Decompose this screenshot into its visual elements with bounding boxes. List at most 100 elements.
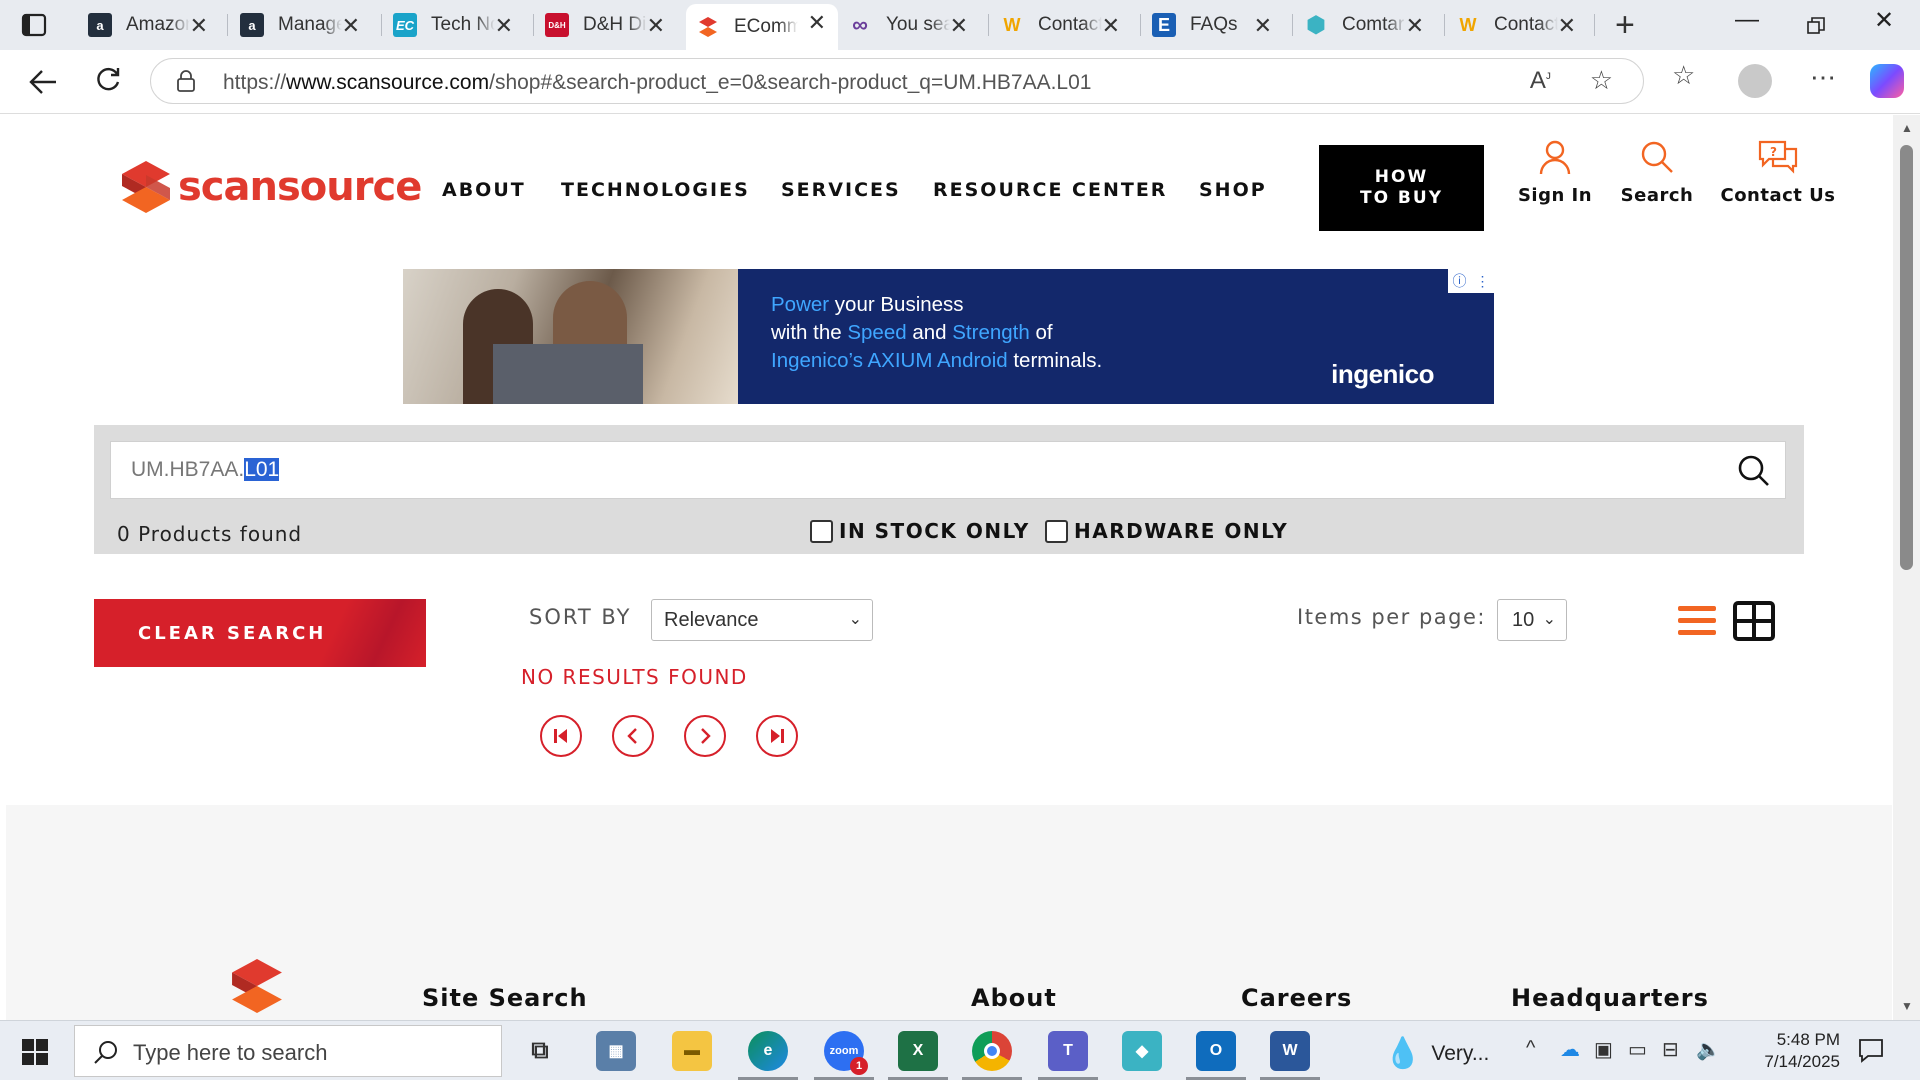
ad-info[interactable]: ⓘ ⋮ xyxy=(1448,269,1494,293)
grid-view-icon[interactable] xyxy=(1732,600,1776,642)
user-icon xyxy=(1539,140,1571,175)
info-icon[interactable]: ⓘ xyxy=(1453,271,1467,291)
nav-services[interactable]: SERVICES xyxy=(781,179,901,201)
system-clock[interactable]: 5:48 PM 7/14/2025 xyxy=(1748,1029,1840,1073)
last-page-button[interactable] xyxy=(756,715,798,757)
tab-ecomm-active[interactable]: EComm ✕ xyxy=(686,4,838,50)
scroll-up-icon[interactable]: ▲ xyxy=(1901,121,1913,135)
close-icon[interactable]: ✕ xyxy=(1254,13,1272,39)
more-options-icon[interactable]: ⋯ xyxy=(1810,62,1836,93)
ad-banner[interactable]: Power your Business with the Speed and S… xyxy=(403,269,1494,404)
restore-button[interactable] xyxy=(1806,16,1826,36)
scroll-down-icon[interactable]: ▼ xyxy=(1901,999,1913,1013)
task-view-icon[interactable]: ⧉ xyxy=(520,1031,560,1071)
tab-contact-2[interactable]: W Contact ✕ xyxy=(1446,7,1588,43)
chevron-left-icon xyxy=(627,728,637,744)
windows-start-icon[interactable] xyxy=(22,1039,48,1065)
contact-us-link[interactable]: ? Contact Us xyxy=(1714,139,1842,206)
close-icon[interactable]: ✕ xyxy=(808,10,826,36)
close-icon[interactable]: ✕ xyxy=(647,13,665,39)
battery-icon[interactable]: ▭ xyxy=(1628,1037,1647,1062)
taskbar-search-box[interactable]: Type here to search xyxy=(74,1025,502,1077)
tab-actions-icon[interactable] xyxy=(20,12,50,38)
copilot-icon[interactable] xyxy=(1870,64,1904,98)
back-button[interactable] xyxy=(28,68,58,96)
tab-tech-notes[interactable]: EC Tech Notes ✕ xyxy=(383,7,525,43)
search-query-text[interactable]: UM.HB7AA.L01 xyxy=(131,458,280,482)
network-icon[interactable]: ⊟ xyxy=(1662,1037,1679,1062)
excel-icon[interactable]: X xyxy=(898,1031,938,1071)
scansource-logo[interactable]: scansource xyxy=(120,159,422,215)
favorite-star-icon[interactable]: ☆ xyxy=(1590,65,1613,96)
tab-manage[interactable]: a Manage ✕ xyxy=(230,7,372,43)
edge-icon[interactable]: e xyxy=(748,1031,788,1071)
how-to-buy-button[interactable]: HOW TO BUY xyxy=(1319,145,1484,231)
close-window-button[interactable]: ✕ xyxy=(1874,6,1894,35)
list-view-icon[interactable] xyxy=(1676,603,1718,639)
checkbox-box[interactable] xyxy=(1045,519,1068,543)
sign-in-link[interactable]: Sign In xyxy=(1512,139,1598,206)
tab-contact-1[interactable]: W Contact ✕ xyxy=(990,7,1132,43)
nav-technologies[interactable]: TECHNOLOGIES xyxy=(561,179,750,201)
tab-amazon[interactable]: a Amazon ✕ xyxy=(78,7,220,43)
address-bar[interactable]: https://www.scansource.com/shop#&search-… xyxy=(150,58,1644,104)
product-search-input[interactable]: UM.HB7AA.L01 xyxy=(110,441,1786,499)
search-icon xyxy=(94,1041,117,1064)
tray-app-icon[interactable]: ▣ xyxy=(1594,1037,1613,1062)
chrome-icon[interactable] xyxy=(972,1031,1012,1071)
address-toolbar: https://www.scansource.com/shop#&search-… xyxy=(0,50,1920,114)
url-text[interactable]: https://www.scansource.com/shop#&search-… xyxy=(223,71,1091,95)
zoom-icon[interactable]: zoom 1 xyxy=(824,1031,868,1075)
close-icon[interactable]: ✕ xyxy=(495,13,513,39)
volume-icon[interactable]: 🔈 xyxy=(1696,1037,1721,1062)
refresh-button[interactable] xyxy=(94,66,122,94)
search-link[interactable]: Search xyxy=(1614,139,1700,206)
tab-dh[interactable]: D&H D&H Distributing ✕ xyxy=(535,7,677,43)
close-icon[interactable]: ✕ xyxy=(190,13,208,39)
clear-search-button[interactable]: CLEAR SEARCH xyxy=(94,599,426,667)
tab-faqs[interactable]: E FAQs ✕ xyxy=(1142,7,1284,43)
ad-menu-icon[interactable]: ⋮ xyxy=(1476,273,1490,290)
nav-shop[interactable]: SHOP xyxy=(1199,179,1267,201)
tab-comtar[interactable]: ⬢ Comtar ✕ xyxy=(1294,7,1436,43)
footer-heading-careers: Careers xyxy=(1241,984,1353,1012)
new-tab-button[interactable]: + xyxy=(1615,6,1635,45)
chevron-up-icon[interactable]: ^ xyxy=(1526,1037,1535,1060)
close-icon[interactable]: ✕ xyxy=(1102,13,1120,39)
close-icon[interactable]: ✕ xyxy=(950,13,968,39)
scrollbar-thumb[interactable] xyxy=(1900,145,1913,570)
lock-icon[interactable] xyxy=(177,70,195,92)
outlook-icon[interactable]: O xyxy=(1196,1031,1236,1071)
tab-you-searched[interactable]: ∞ You searched ✕ xyxy=(838,7,980,43)
weather-widget[interactable]: 💧 Very... xyxy=(1384,1036,1489,1071)
sort-select[interactable]: Relevance ⌄ xyxy=(651,599,873,641)
profile-avatar[interactable] xyxy=(1738,64,1772,98)
previous-page-button[interactable] xyxy=(612,715,654,757)
page-scrollbar[interactable]: ▲ ▼ xyxy=(1893,115,1920,1020)
in-stock-only-checkbox[interactable]: IN STOCK ONLY xyxy=(810,519,1030,543)
nav-resource-center[interactable]: RESOURCE CENTER xyxy=(933,179,1167,201)
close-icon[interactable]: ✕ xyxy=(342,13,360,39)
close-icon[interactable]: ✕ xyxy=(1406,13,1424,39)
favorites-icon[interactable]: ☆ xyxy=(1672,60,1695,91)
scansource-logo-mark-icon xyxy=(122,161,170,213)
read-aloud-icon[interactable]: Aᴊ xyxy=(1530,67,1551,95)
items-per-page-select[interactable]: 10 ⌄ xyxy=(1497,599,1567,641)
search-icon[interactable] xyxy=(1737,454,1771,488)
minimize-button[interactable]: — xyxy=(1735,6,1759,34)
close-icon[interactable]: ✕ xyxy=(1558,13,1576,39)
file-explorer-icon[interactable]: ▬ xyxy=(672,1031,712,1071)
word-icon[interactable]: W xyxy=(1270,1031,1310,1071)
scansource-favicon-icon xyxy=(696,15,720,39)
app-hexagon-icon[interactable]: ◆ xyxy=(1122,1031,1162,1071)
checkbox-box[interactable] xyxy=(810,519,833,543)
calculator-icon[interactable]: ▦ xyxy=(596,1031,636,1071)
scansource-logo-mark-icon[interactable] xyxy=(230,955,284,1017)
notifications-icon[interactable] xyxy=(1858,1037,1884,1063)
next-page-button[interactable] xyxy=(684,715,726,757)
onedrive-icon[interactable]: ☁ xyxy=(1560,1037,1580,1062)
first-page-button[interactable] xyxy=(540,715,582,757)
hardware-only-checkbox[interactable]: HARDWARE ONLY xyxy=(1045,519,1288,543)
nav-about[interactable]: ABOUT xyxy=(442,179,526,201)
teams-icon[interactable]: T xyxy=(1048,1031,1088,1071)
